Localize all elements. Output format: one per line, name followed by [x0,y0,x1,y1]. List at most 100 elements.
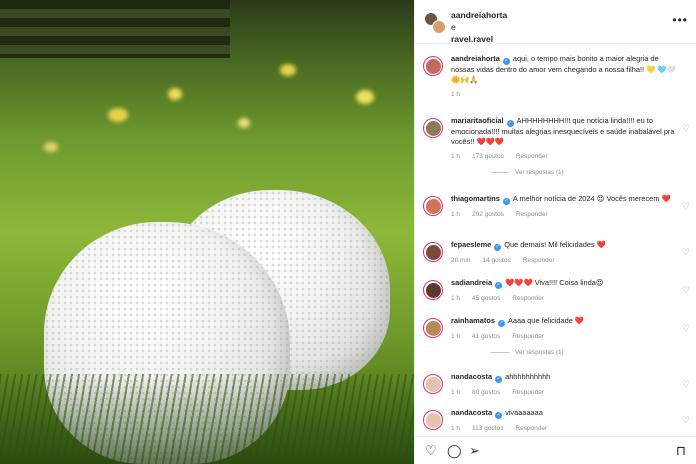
heart-icon[interactable]: ♡ [682,285,690,295]
avatar[interactable] [423,56,443,76]
comment-text: A melhor notícia de 2024 😍 Vocês merecem… [512,194,671,203]
heart-icon[interactable]: ♡ [682,201,690,211]
comment-likes[interactable]: 173 gostos [472,153,504,160]
author-username[interactable]: aandreiahorta [451,9,507,21]
comment-time: 1 h [451,153,461,160]
reply-button[interactable]: Responder [512,389,544,396]
comment-meta: 1 h 45 gostos Responder [451,294,678,304]
send-icon[interactable]: ➢ [469,443,480,459]
comment-username[interactable]: nandacosta [451,408,492,417]
reply-button[interactable]: Responder [516,153,548,160]
comment-text: ahhhhhhhhhh [505,372,551,381]
heart-icon[interactable]: ♡ [682,323,690,333]
comment: thiagomartins ✓ A melhor notícia de 2024 😍… [415,194,696,220]
heart-icon[interactable]: ♡ [682,123,690,133]
comment-meta: 1 h 41 gostos Responder [451,332,678,342]
comment-username[interactable]: thiagomartins [451,194,500,203]
avatar[interactable] [423,374,443,394]
comment-time: 1 h [451,295,461,302]
comment-time: 1 h [451,211,461,218]
grass-foreground [0,374,414,464]
comment-body: mariaritaoficial ✓ AHHHHHHHH!!! que notíci… [451,116,678,147]
comment-likes[interactable]: 202 gostos [472,211,504,218]
comment-body: nandacosta ✓ ahhhhhhhhhh [451,372,678,383]
comment-text: vivaaaaaaa [505,408,543,417]
comment-meta: 20 min 14 gostos Responder [451,256,678,266]
comment: mariaritaoficial ✓ AHHHHHHHH!!! que notíci… [415,116,696,178]
avatar[interactable] [432,20,446,34]
verified-icon: ✓ [495,412,503,419]
comment-meta: 1 h 202 gostos Responder [451,210,678,220]
comment-time: 1 h [451,425,461,432]
comment-time: 20 min [451,257,471,264]
verified-icon: ✓ [502,198,510,205]
comment-time: 1 h [451,91,461,98]
view-replies-link[interactable]: Ver respostas (1) [451,348,678,358]
comment-username[interactable]: sadiandreia [451,278,492,287]
comment-username[interactable]: mariaritaoficial [451,116,504,125]
comment-text: Que demais! Mil felicidades ❤️ [504,240,606,249]
avatar[interactable] [423,410,443,430]
comment-likes[interactable]: 41 gostos [472,333,500,340]
comment-meta: 1 h 113 gostos Responder [451,424,678,434]
comment: rainhamatos ✓ Aaaa que felicidade ❤️ 1 h 41 … [415,316,696,358]
comment-text: Aaaa que felicidade ❤️ [507,316,585,325]
verified-icon: ✓ [495,282,503,289]
flower-blur [44,142,58,152]
comment-likes[interactable]: 45 gostos [472,295,500,302]
verified-icon: ✓ [495,376,503,383]
comment-username[interactable]: rainhamatos [451,316,495,325]
flower-blur [168,88,182,100]
comment-username[interactable]: aandreiahorta [451,54,500,63]
comment-likes[interactable]: 80 gostos [472,389,500,396]
comment-body: rainhamatos ✓ Aaaa que felicidade ❤️ [451,316,678,327]
view-replies-link[interactable]: Ver respostas (1) [451,168,678,178]
avatar[interactable] [423,318,443,338]
verified-icon: ✓ [494,244,502,251]
heart-icon[interactable]: ♡ [682,379,690,389]
comment-body: thiagomartins ✓ A melhor notícia de 2024 😍… [451,194,678,205]
comment-body: aandreiahorta ✓ aqui, o tempo mais bonito … [451,54,678,85]
avatar[interactable] [423,196,443,216]
flower-blur [108,108,128,122]
more-icon[interactable]: ••• [672,13,688,27]
avatar[interactable] [423,242,443,262]
comment-body: fepaesleme ✓ Que demais! Mil felicidades ❤… [451,240,678,251]
comment-time: 1 h [451,389,461,396]
heart-icon[interactable]: ♡ [425,443,437,459]
comment: sadiandreia ✓ ❤️❤️❤️ Viva!!!! Coisa linda😍… [415,278,696,304]
reply-button[interactable]: Responder [512,295,544,302]
background-steps [0,0,230,58]
comment-meta: 1 h 173 gostos Responder [451,152,678,162]
flower-blur [280,64,296,76]
reply-button[interactable]: Responder [515,425,547,432]
comment-username[interactable]: fepaesleme [451,240,491,249]
reply-button[interactable]: Responder [512,333,544,340]
collab-names: aandreiahorta e ravel.ravel [451,9,507,45]
reply-button[interactable]: Responder [516,211,548,218]
comment-likes[interactable]: 113 gostos [472,425,503,432]
comment-username[interactable]: nandacosta [451,372,492,381]
heart-icon[interactable]: ♡ [682,415,690,425]
comment: nandacosta ✓ ahhhhhhhhhh 1 h 80 gostos Respon… [415,372,696,398]
comment: fepaesleme ✓ Que demais! Mil felicidades ❤… [415,240,696,266]
conjunction: e [451,22,456,32]
post-photo [0,0,414,464]
comment-text: ❤️❤️❤️ Viva!!!! Coisa linda😍 [505,278,604,287]
comment-meta: 1 h [451,90,678,100]
avatar[interactable] [423,118,443,138]
reply-button[interactable]: Responder [523,257,555,264]
comment-likes[interactable]: 14 gostos [483,257,511,264]
bookmark-icon[interactable]: ⊓ [676,443,686,459]
flower-blur [238,118,250,128]
comment: nandacosta ✓ vivaaaaaaa 1 h 113 gostos Respon… [415,408,696,434]
post-header: aandreiahorta e ravel.ravel ••• [415,0,696,44]
heart-icon[interactable]: ♡ [682,247,690,257]
avatar[interactable] [423,280,443,300]
collab-avatars[interactable] [424,12,446,34]
comment-meta: 1 h 80 gostos Responder [451,388,678,398]
coauthor-username[interactable]: ravel.ravel [451,33,507,45]
comment-icon[interactable]: ◯ [447,443,462,459]
comments-list: aandreiahorta ✓ aqui, o tempo mais bonito … [415,54,696,436]
comment-body: sadiandreia ✓ ❤️❤️❤️ Viva!!!! Coisa linda😍 [451,278,678,289]
